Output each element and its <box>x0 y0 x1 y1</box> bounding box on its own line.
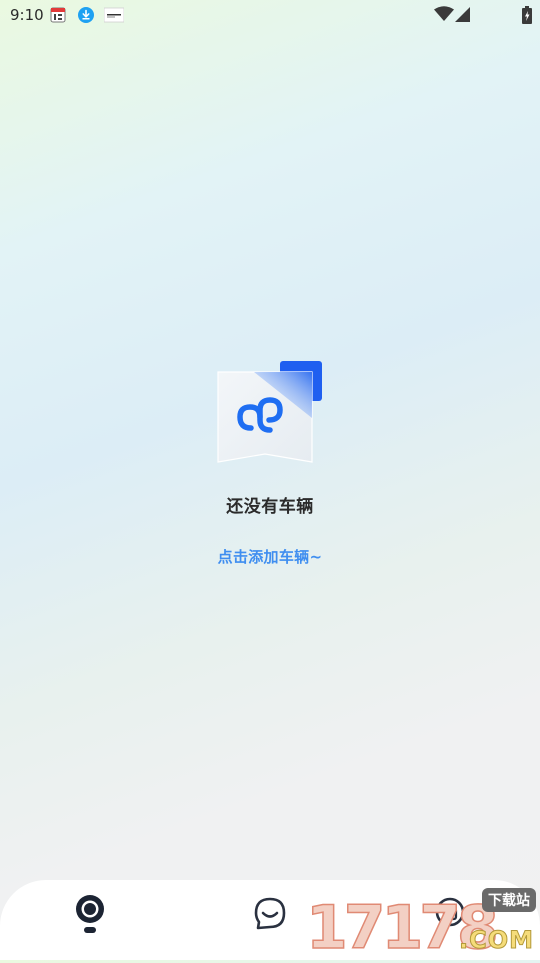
watermark: 17178 下载站 .COM <box>305 888 536 959</box>
wifi-icon <box>434 6 454 21</box>
empty-state-title: 还没有车辆 <box>226 497 314 517</box>
battery-charging-icon <box>522 6 532 24</box>
download-notification-icon <box>78 7 94 23</box>
calendar-notification-icon <box>50 7 66 23</box>
app-notification-icon <box>104 7 124 23</box>
watermark-domain: .COM <box>458 926 534 955</box>
status-time: 9:10 <box>10 6 44 24</box>
status-bar: 9:10 <box>0 0 540 30</box>
add-vehicle-link[interactable]: 点击添加车辆~ <box>0 546 540 567</box>
empty-vehicle-illustration <box>217 361 322 463</box>
watermark-badge: 下载站 <box>482 888 536 912</box>
cellular-signal-icon <box>455 7 470 22</box>
smile-chat-icon <box>254 897 286 930</box>
tab-chat[interactable] <box>240 890 300 950</box>
tab-home[interactable] <box>60 890 120 950</box>
camera-home-icon <box>76 895 104 933</box>
